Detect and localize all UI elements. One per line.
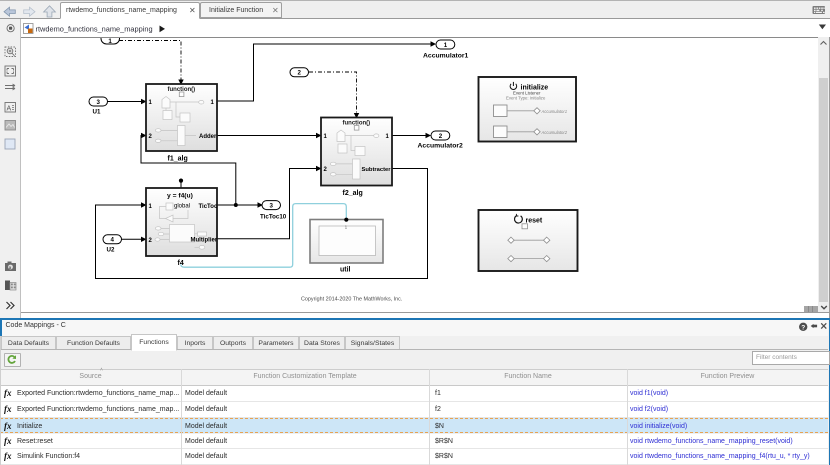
svg-text:util: util (340, 267, 351, 274)
svg-text:3: 3 (97, 99, 101, 106)
svg-text:Adder: Adder (199, 134, 217, 140)
svg-text:f4: f4 (178, 260, 184, 267)
svg-text:Accumulator2: Accumulator2 (541, 130, 568, 135)
svg-text:4: 4 (111, 237, 115, 244)
svg-text:A: A (7, 106, 12, 113)
svg-text:Subtracter: Subtracter (362, 167, 392, 173)
svg-text:TicToc: TicToc (199, 204, 218, 210)
svg-text:3: 3 (270, 203, 274, 210)
svg-text:U2: U2 (107, 246, 115, 253)
svg-text:Accumulator1: Accumulator1 (541, 109, 568, 114)
svg-text:Accumulator2: Accumulator2 (418, 142, 464, 149)
svg-text:y = f4(u): y = f4(u) (167, 193, 193, 200)
svg-text:global: global (174, 204, 190, 210)
svg-text:1: 1 (108, 38, 112, 45)
svg-text:2: 2 (439, 133, 443, 140)
svg-text:Copyright 2014-2020 The MathWo: Copyright 2014-2020 The MathWorks, Inc. (301, 297, 402, 303)
svg-text:f2_alg: f2_alg (343, 190, 363, 197)
svg-text:reset: reset (526, 218, 543, 225)
svg-text:rtwdemo_functions_name_mapping: rtwdemo_functions_name_mapping (36, 25, 153, 34)
svg-text:Multiplier: Multiplier (191, 238, 218, 244)
svg-text:1: 1 (444, 42, 448, 49)
svg-text:TicToc10: TicToc10 (260, 213, 287, 220)
svg-text:2: 2 (298, 70, 302, 77)
svg-text:?: ? (801, 324, 805, 331)
svg-text:U1: U1 (93, 108, 101, 115)
svg-text:f1_alg: f1_alg (168, 156, 188, 163)
svg-text:Accumulator1: Accumulator1 (423, 52, 469, 59)
svg-text:Event Type: Initialize: Event Type: Initialize (506, 96, 546, 101)
